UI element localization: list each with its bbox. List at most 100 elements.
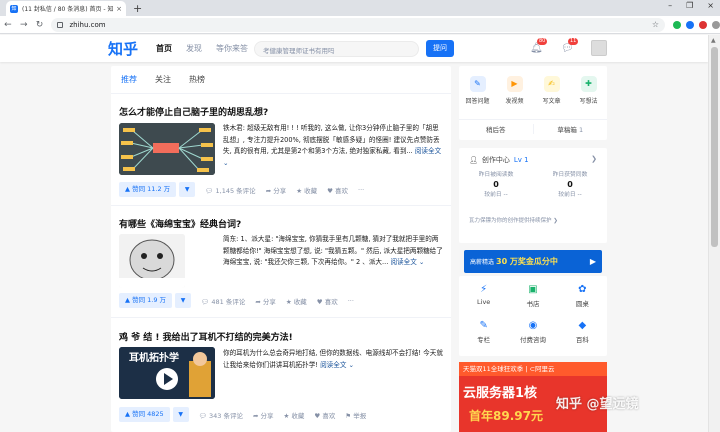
like-button[interactable]: ♥ 喜欢 <box>314 410 335 420</box>
favorite-button[interactable]: ★ 收藏 <box>296 185 317 195</box>
profile-icon[interactable] <box>712 20 720 29</box>
upvote-button[interactable]: ▲ 赞同 11.2 万 <box>119 182 177 197</box>
bookmark-star-icon[interactable]: ☆ <box>652 20 659 29</box>
ad-header: 天猫双11全球狂欢季 | ⊂阿里云 <box>459 362 607 376</box>
top-nav: 首页 发现 等你来答 <box>156 43 248 54</box>
question-title[interactable]: 有哪些《海绵宝宝》经典台词? <box>119 217 241 230</box>
like-button[interactable]: ♥ 喜欢 <box>327 185 348 195</box>
share-button[interactable]: ➦ 分享 <box>266 185 287 195</box>
favorite-button[interactable]: ★ 收藏 <box>286 296 307 306</box>
upvote-button[interactable]: ▲ 赞同 1.9 万 <box>119 293 173 308</box>
share-icon: ➦ <box>255 297 263 306</box>
share-label: 分享 <box>262 297 276 306</box>
minimize-button[interactable]: – <box>668 1 672 10</box>
mindmap-image <box>119 123 215 175</box>
downvote-button[interactable]: ▼ <box>172 407 189 422</box>
creator-center-header[interactable]: 👤︎ 创作中心 Lv 1 <box>469 155 529 165</box>
video-title-text: 耳机拓扑学 <box>129 353 179 364</box>
read-more-link[interactable]: 阅读全文 ⌄ <box>390 258 424 266</box>
browser-tab[interactable]: 知 (11 封私信 / 80 条消息) 首页 - 知乎 × <box>6 1 126 16</box>
chat-icon: ◉ <box>528 320 538 331</box>
extension-red-icon[interactable] <box>699 20 707 29</box>
address-bar[interactable]: zhihu.com ☆ <box>51 17 665 32</box>
tool-bookstore[interactable]: ▣ 书店 <box>508 284 557 308</box>
write-idea-tool[interactable]: ✚ 写想法 <box>572 76 606 105</box>
tool-paid-consult[interactable]: ◉ 付费咨询 <box>508 320 557 344</box>
nav-discover[interactable]: 发现 <box>186 43 202 54</box>
report-label: 举报 <box>353 411 367 420</box>
answer-question-tool[interactable]: ✎ 回答问题 <box>461 76 495 105</box>
post-video-tool[interactable]: ▶ 发视频 <box>498 76 532 105</box>
ask-button[interactable]: 提问 <box>426 40 454 57</box>
upvote-button[interactable]: ▲ 赞同 4825 <box>119 407 170 422</box>
question-title[interactable]: 怎么才能停止自己脑子里的胡思乱想? <box>119 105 268 118</box>
more-options-button[interactable]: ··· <box>358 186 364 194</box>
tool-label: 写文章 <box>542 98 561 105</box>
tool-roundtable[interactable]: ✿ 圆桌 <box>558 284 607 308</box>
banner-amount: 30 万奖金瓜分中 <box>496 257 558 266</box>
scroll-up-arrow-icon[interactable]: ▲ <box>711 37 716 44</box>
back-arrow-icon[interactable]: ← <box>0 20 16 30</box>
chevron-right-icon[interactable]: ❯ <box>591 155 597 163</box>
bonus-banner[interactable]: 高薪精选 30 万奖金瓜分中 ▶ <box>464 250 602 273</box>
answer-thumbnail[interactable] <box>119 123 215 175</box>
reload-icon[interactable]: ↻ <box>32 20 48 30</box>
extension-blue-icon[interactable] <box>686 20 694 29</box>
heart-icon: ♥ <box>327 186 336 195</box>
like-label: 喜欢 <box>324 297 338 306</box>
nav-home[interactable]: 首页 <box>156 43 172 54</box>
tab-close-icon[interactable]: × <box>116 5 122 13</box>
video-thumbnail[interactable]: 耳机拓扑学 <box>119 347 215 399</box>
star-icon: ★ <box>285 297 294 306</box>
nav-waiting-answer[interactable]: 等你来答 <box>216 43 248 54</box>
comment-button[interactable]: 💬︎ 481 条评论 <box>201 296 245 306</box>
read-more-link[interactable]: 阅读全文 ⌄ <box>320 361 354 369</box>
tab-recommend[interactable]: 推荐 <box>121 74 137 85</box>
maximize-button[interactable]: ❐ <box>686 1 693 10</box>
close-window-button[interactable]: × <box>707 1 714 10</box>
answer-later-link[interactable]: 稍后答 <box>459 124 533 134</box>
wiki-icon: ◆ <box>578 320 587 331</box>
comment-button[interactable]: 💬︎ 343 条评论 <box>199 410 243 420</box>
downvote-button[interactable]: ▼ <box>175 293 192 308</box>
write-article-tool[interactable]: ✍ 写文章 <box>535 76 569 105</box>
meme-image <box>119 234 185 288</box>
downvote-button[interactable]: ▼ <box>179 182 196 197</box>
forward-arrow-icon[interactable]: → <box>16 20 32 30</box>
tab-hot[interactable]: 热榜 <box>189 74 205 85</box>
like-label: 喜欢 <box>322 411 336 420</box>
favorite-label: 收藏 <box>304 186 318 195</box>
share-button[interactable]: ➦ 分享 <box>253 410 274 420</box>
tool-wiki[interactable]: ◆ 百科 <box>558 320 607 344</box>
question-title[interactable]: 鸡 爷 结 ! 我给出了耳机不打结的完美方法! <box>119 330 293 343</box>
comment-button[interactable]: 💬︎ 1,145 条评论 <box>205 185 256 195</box>
like-button[interactable]: ♥ 喜欢 <box>317 296 338 306</box>
video-icon: ▶ <box>506 76 523 92</box>
new-tab-button[interactable]: + <box>133 2 142 15</box>
more-options-button[interactable]: ··· <box>348 297 354 305</box>
scroll-thumb[interactable] <box>711 47 718 247</box>
tab-follow[interactable]: 关注 <box>155 74 171 85</box>
answer-excerpt[interactable]: 简东: 1、派大星: "海绵宝宝, 你猜我手里有几颗糖, 猜对了我就把手里的两颗… <box>223 234 445 269</box>
vote-group: ▲ 赞同 1.9 万 ▼ <box>119 293 192 308</box>
stat-value: 0 <box>493 180 499 189</box>
feed-card: 怎么才能停止自己脑子里的胡思乱想? 铁木君: 超级无敌有用! ! ! 听我的, … <box>111 94 451 206</box>
protection-note[interactable]: 瓦力保镖为你的创作提供持续保护 ❯ <box>469 216 558 224</box>
report-button[interactable]: ⚑ 举报 <box>345 410 366 420</box>
extension-green-icon[interactable] <box>673 20 681 29</box>
page-scrollbar[interactable]: ▲ <box>708 35 720 432</box>
zhihu-logo[interactable]: 知乎 <box>108 38 138 59</box>
avatar[interactable] <box>591 40 607 56</box>
draft-count: 1 <box>578 125 584 134</box>
tool-live[interactable]: ⚡ Live <box>459 284 508 308</box>
favorite-button[interactable]: ★ 收藏 <box>284 410 305 420</box>
drafts-link[interactable]: 草稿箱 1 <box>532 123 608 134</box>
tool-column[interactable]: ✎ 专栏 <box>459 320 508 344</box>
answer-thumbnail[interactable] <box>119 234 185 288</box>
answer-excerpt[interactable]: 你的耳机为什么总会奇异地打结, 但你的数据线、电源线却不会打结! 今天就让我给来… <box>223 348 445 371</box>
search-input[interactable]: 考健康管理师证书有用吗 <box>254 41 419 57</box>
share-button[interactable]: ➦ 分享 <box>255 296 276 306</box>
favorite-label: 收藏 <box>293 297 307 306</box>
answer-excerpt[interactable]: 铁木君: 超级无敌有用! ! ! 听我的, 这么做, 让你3分钟停止脑子里的「胡… <box>223 123 445 169</box>
feed-card: 有哪些《海绵宝宝》经典台词? 简东: 1、派大星: "海绵宝宝, 你猜我手里有几… <box>111 206 451 318</box>
